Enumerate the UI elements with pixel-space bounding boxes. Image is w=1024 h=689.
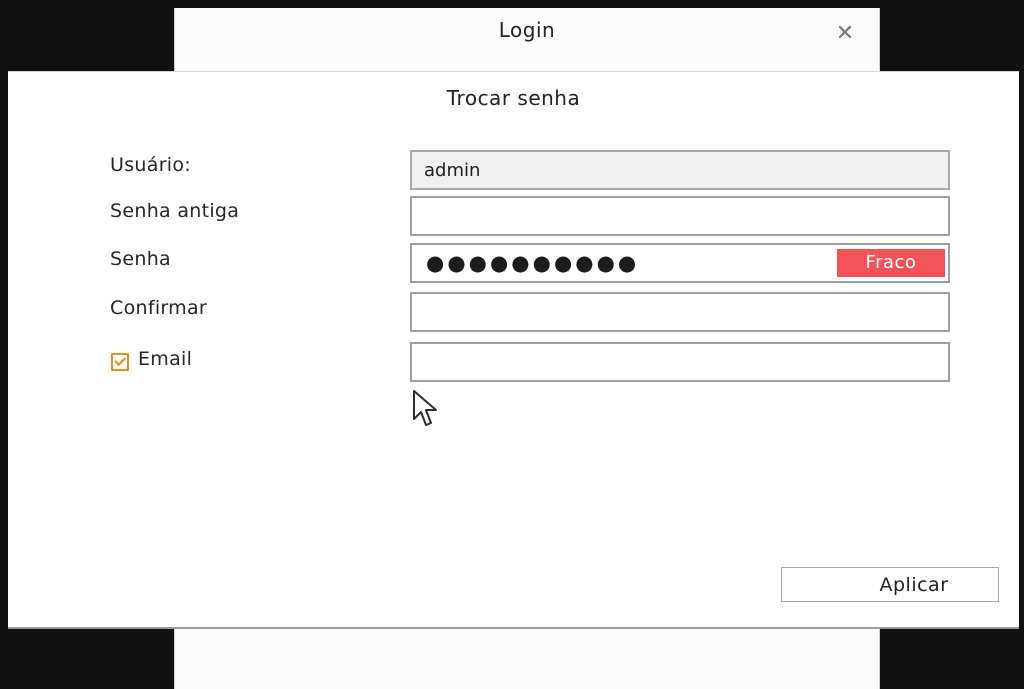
old-password-label: Senha antiga	[110, 200, 240, 222]
login-dialog-title: Login	[498, 18, 556, 42]
password-strength-badge: Fraco	[837, 249, 945, 277]
email-field[interactable]	[410, 342, 950, 382]
confirm-label: Confirmar	[110, 297, 208, 319]
email-label: Email	[138, 348, 193, 370]
screen: Login ✕ Trocar senha Usuário: Senha anti…	[0, 0, 1024, 689]
change-password-panel: Trocar senha Usuário: Senha antiga Senha…	[8, 71, 1019, 629]
password-label: Senha	[110, 248, 171, 270]
confirm-password-field[interactable]	[410, 292, 950, 332]
password-field[interactable]: ●●●●●●●●●● Fraco	[410, 243, 950, 283]
mouse-cursor-icon	[413, 390, 437, 426]
change-password-title: Trocar senha	[446, 86, 581, 110]
email-checkbox[interactable]	[111, 353, 129, 371]
apply-button[interactable]: Aplicar	[781, 567, 999, 602]
checkmark-icon	[114, 357, 126, 366]
close-icon[interactable]: ✕	[833, 22, 857, 46]
user-field	[410, 150, 950, 190]
password-mask: ●●●●●●●●●●	[426, 251, 640, 275]
user-label: Usuário:	[110, 154, 192, 176]
old-password-field[interactable]	[410, 196, 950, 236]
